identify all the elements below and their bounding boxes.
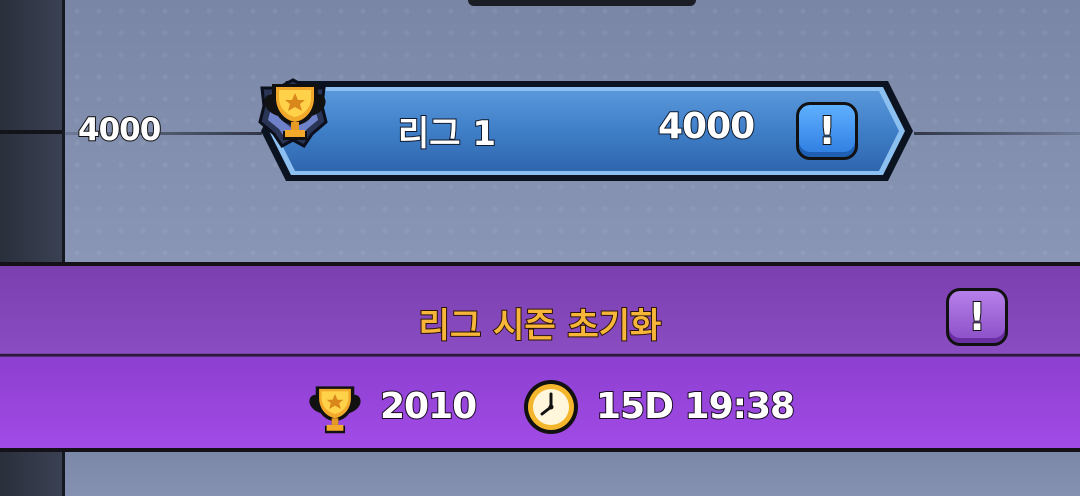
trophy-icon	[264, 84, 326, 140]
tier-divider-line-right	[914, 132, 1080, 135]
tier-notch	[0, 130, 62, 134]
season-trophy-count: 2010	[379, 385, 478, 428]
lower-background	[0, 452, 1080, 496]
league-banner[interactable]: 리그 1 4000 !	[258, 78, 916, 184]
league-name: 리그 1	[397, 113, 497, 155]
trophy-icon	[309, 386, 361, 434]
league-trophy-value: 4000	[657, 105, 756, 148]
season-time-remaining: 15D 19:38	[595, 385, 796, 428]
season-info-button[interactable]: !	[946, 288, 1008, 346]
league-season-reset-panel: 리그 시즌 초기화 ! 2010 15D 19:38	[0, 262, 1080, 452]
league-info-button[interactable]: !	[796, 102, 858, 160]
tier-threshold-label: 4000	[77, 111, 162, 149]
clock-icon	[524, 380, 578, 434]
previous-tier-banner-edge	[468, 0, 696, 6]
season-reset-title: 리그 시즌 초기화	[418, 305, 663, 347]
